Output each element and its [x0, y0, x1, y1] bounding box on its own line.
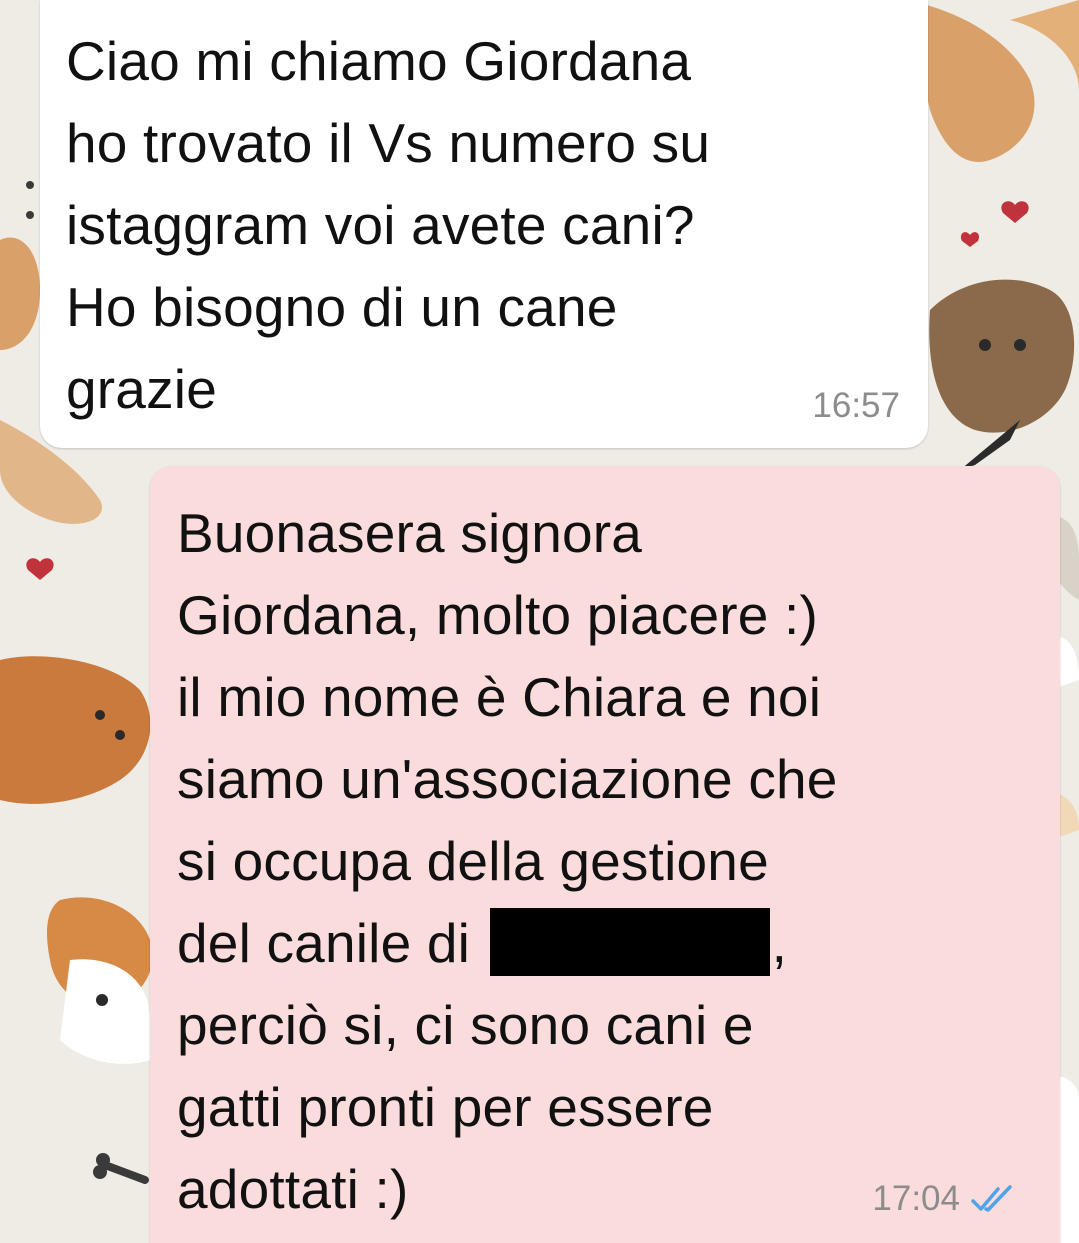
- outgoing-message-text: Buonasera signora Giordana, molto piacer…: [177, 492, 838, 1230]
- incoming-line: istaggram voi avete cani?: [66, 194, 695, 256]
- outgoing-message-bubble[interactable]: Buonasera signora Giordana, molto piacer…: [150, 466, 1060, 1243]
- double-check-read-icon: [971, 1185, 1012, 1212]
- incoming-line: Ciao mi chiamo Giordana: [66, 30, 692, 92]
- outgoing-message-meta: 17:04: [872, 1179, 1016, 1219]
- incoming-message-text: Ciao mi chiamo Giordana ho trovato il Vs…: [66, 20, 710, 430]
- redaction-block: [489, 908, 770, 976]
- incoming-timestamp: 16:57: [812, 386, 900, 425]
- incoming-line: ho trovato il Vs numero su: [66, 112, 711, 174]
- incoming-message-bubble[interactable]: Ciao mi chiamo Giordana ho trovato il Vs…: [40, 0, 928, 448]
- incoming-line: Ho bisogno di un cane: [66, 276, 618, 338]
- incoming-line: grazie: [66, 358, 217, 420]
- outgoing-timestamp: 17:04: [872, 1179, 960, 1218]
- incoming-message-meta: 16:57: [812, 386, 900, 426]
- outgoing-text-before-redaction: Buonasera signora Giordana, molto piacer…: [177, 502, 838, 974]
